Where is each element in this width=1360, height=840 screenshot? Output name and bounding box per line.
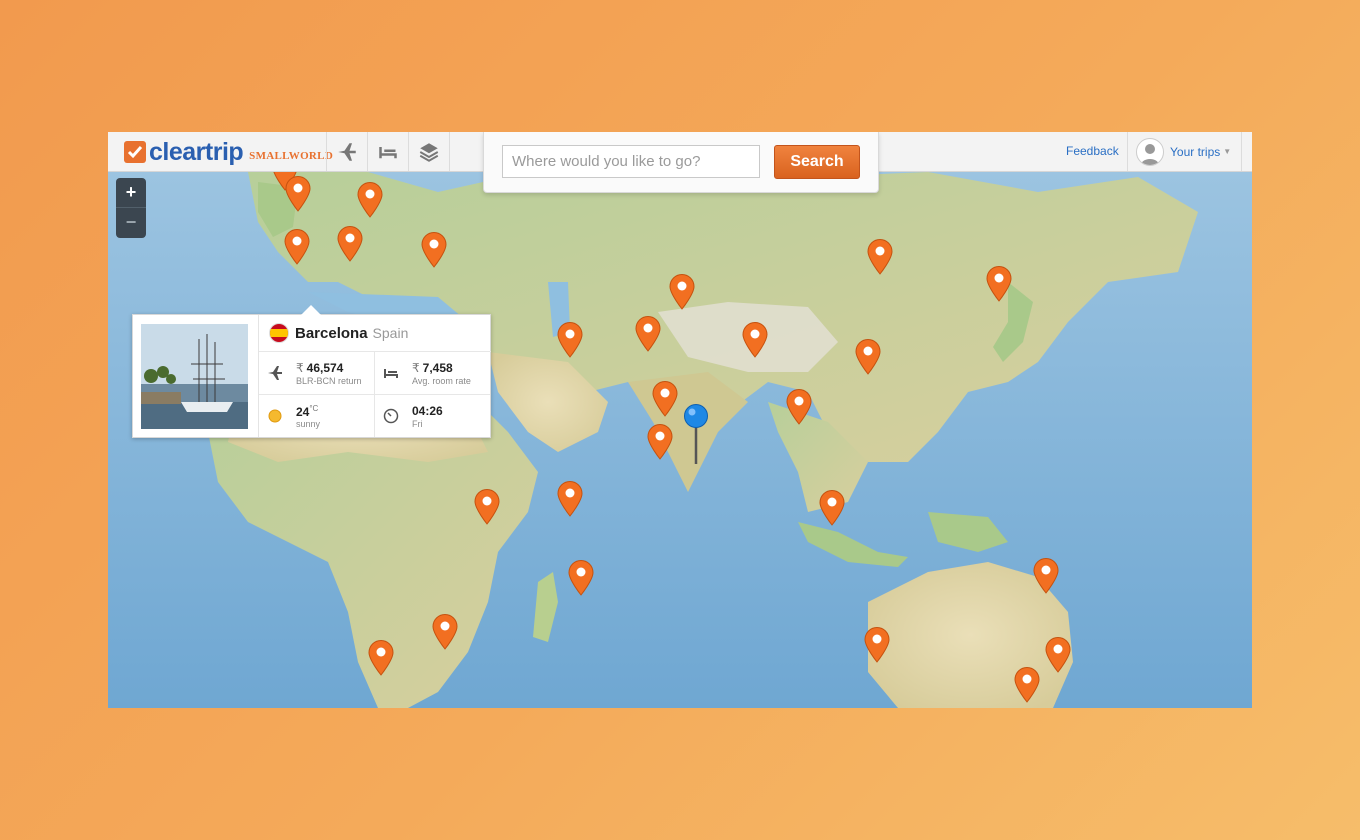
weather-condition: sunny bbox=[296, 419, 321, 429]
popup-arrow bbox=[301, 305, 321, 315]
destination-pin-icon[interactable] bbox=[285, 176, 311, 212]
app-window: + − Barcelona Spain ₹ 46,574 BLR-BCN ret… bbox=[108, 132, 1252, 708]
destination-pin-icon[interactable] bbox=[432, 614, 458, 650]
destination-photo bbox=[141, 324, 248, 429]
destination-pin-icon[interactable] bbox=[786, 389, 812, 425]
flights-nav-button[interactable] bbox=[326, 132, 367, 171]
product-name: SMALLWORLD bbox=[249, 150, 334, 162]
local-day: Fri bbox=[412, 419, 423, 429]
bed-icon bbox=[384, 369, 398, 378]
destination-pin-icon[interactable] bbox=[647, 424, 673, 460]
destination-pin-icon[interactable] bbox=[855, 339, 881, 375]
destination-pin-icon[interactable] bbox=[357, 182, 383, 218]
destination-pin-icon[interactable] bbox=[568, 560, 594, 596]
temperature: 24 bbox=[296, 405, 310, 419]
destination-pin-icon[interactable] bbox=[368, 640, 394, 676]
temperature-unit: °C bbox=[309, 404, 319, 413]
your-trips-menu[interactable]: Your trips ▼ bbox=[1127, 132, 1243, 171]
logo-checkmark-icon bbox=[124, 141, 146, 163]
plane-icon bbox=[268, 366, 282, 380]
destination-pin-icon[interactable] bbox=[421, 232, 447, 268]
hotel-price-cell[interactable]: ₹7,458 Avg. room rate bbox=[375, 352, 490, 395]
hotel-price: 7,458 bbox=[422, 361, 453, 375]
destination-pin-icon[interactable] bbox=[557, 322, 583, 358]
destination-pin-icon[interactable] bbox=[867, 239, 893, 275]
your-trips-label: Your trips bbox=[1170, 144, 1221, 159]
flight-price: 46,574 bbox=[306, 361, 344, 375]
search-input[interactable] bbox=[502, 145, 760, 178]
flight-route: BLR-BCN return bbox=[296, 376, 362, 386]
hotel-caption: Avg. room rate bbox=[412, 376, 471, 386]
destination-country: Spain bbox=[372, 325, 409, 341]
destination-pin-icon[interactable] bbox=[337, 226, 363, 262]
destination-pin-icon[interactable] bbox=[986, 266, 1012, 302]
search-button[interactable]: Search bbox=[774, 145, 860, 179]
zoom-in-button[interactable]: + bbox=[116, 178, 146, 207]
destination-pin-icon[interactable] bbox=[1014, 667, 1040, 703]
spain-flag-icon bbox=[269, 323, 289, 343]
destination-pin-icon[interactable] bbox=[864, 627, 890, 663]
clock-icon bbox=[383, 408, 399, 424]
chevron-down-icon: ▼ bbox=[1223, 147, 1232, 156]
destination-pin-icon[interactable] bbox=[474, 489, 500, 525]
destination-pin-icon[interactable] bbox=[1033, 558, 1059, 594]
hotels-nav-button[interactable] bbox=[367, 132, 408, 171]
destination-pin-icon[interactable] bbox=[669, 274, 695, 310]
zoom-out-button[interactable]: − bbox=[116, 207, 146, 237]
destination-city: Barcelona bbox=[295, 324, 368, 342]
weather-cell: 24°C sunny bbox=[259, 395, 375, 437]
destination-pin-icon[interactable] bbox=[557, 481, 583, 517]
popup-title-row: Barcelona Spain bbox=[259, 315, 491, 352]
zoom-controls: + − bbox=[116, 178, 146, 238]
layers-icon bbox=[419, 142, 439, 162]
bed-icon bbox=[379, 146, 397, 158]
search-panel: Search bbox=[483, 132, 879, 193]
local-time-cell: 04:26 Fri bbox=[375, 395, 490, 437]
plane-icon bbox=[338, 142, 356, 161]
flight-price-cell[interactable]: ₹46,574 BLR-BCN return bbox=[259, 352, 375, 395]
avatar bbox=[1136, 137, 1164, 166]
vertical-nav bbox=[326, 132, 450, 171]
current-location-pin[interactable] bbox=[683, 404, 709, 466]
sun-icon bbox=[268, 409, 282, 423]
destination-pin-icon[interactable] bbox=[635, 316, 661, 352]
local-time: 04:26 bbox=[412, 404, 443, 418]
destination-pin-icon[interactable] bbox=[742, 322, 768, 358]
destination-pin-icon[interactable] bbox=[819, 490, 845, 526]
packages-nav-button[interactable] bbox=[408, 132, 450, 171]
brand-name: cleartrip bbox=[149, 137, 244, 166]
destination-popup[interactable]: Barcelona Spain ₹46,574 BLR-BCN return ₹… bbox=[132, 305, 491, 438]
feedback-link[interactable]: Feedback bbox=[1066, 144, 1119, 158]
cleartrip-logo[interactable]: cleartrip SMALLWORLD bbox=[124, 138, 333, 166]
hotel-currency: ₹ bbox=[412, 361, 420, 375]
flight-currency: ₹ bbox=[296, 361, 304, 375]
popup-details: Barcelona Spain ₹46,574 BLR-BCN return ₹… bbox=[258, 315, 491, 437]
destination-pin-icon[interactable] bbox=[1045, 637, 1071, 673]
destination-pin-icon[interactable] bbox=[652, 381, 678, 417]
destination-pin-icon[interactable] bbox=[284, 229, 310, 265]
